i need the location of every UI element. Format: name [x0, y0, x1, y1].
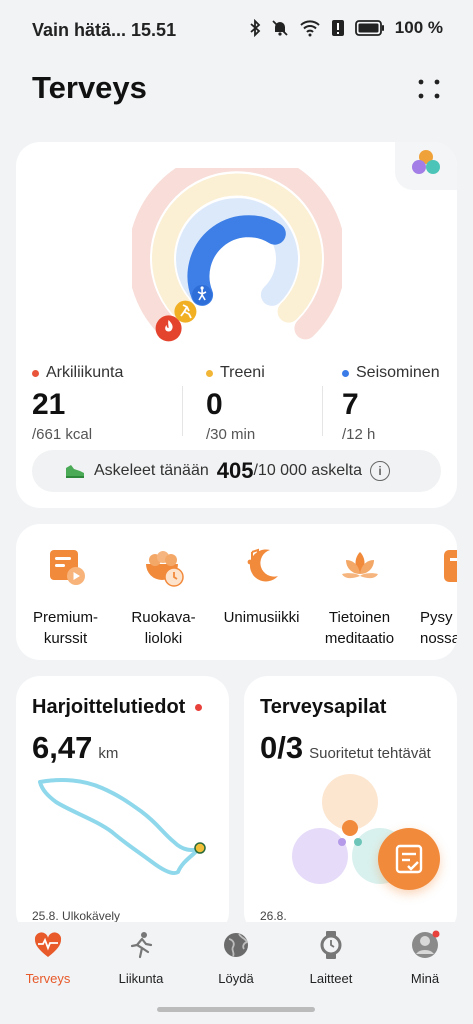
alert-icon — [331, 19, 345, 37]
service-premium-courses[interactable]: Premium-kurssit — [18, 544, 113, 649]
status-icons: 100 % — [249, 18, 443, 38]
tab-exercise[interactable]: Liikunta — [96, 930, 186, 986]
steps-goal: /10 000 askelta — [253, 462, 362, 479]
steps-value: 405 — [216, 458, 254, 483]
tab-label: Terveys — [25, 971, 71, 986]
clover-title: Terveysapilat — [260, 696, 387, 718]
food-log-icon — [145, 551, 184, 587]
page-title: Terveys — [32, 70, 147, 105]
battery-icon — [354, 20, 385, 36]
health-clover-card[interactable]: Terveysapilat 0/3 Suoritetut tehtävät 26.… — [244, 676, 457, 936]
meditation-lotus-icon — [341, 552, 378, 579]
tab-label: Laitteet — [309, 971, 353, 986]
distance-unit: km — [98, 745, 119, 762]
user-avatar-icon — [412, 930, 440, 958]
battery-level: 100 % — [394, 18, 443, 37]
service-label: nossa — [420, 630, 457, 647]
tab-me[interactable]: Minä — [380, 930, 470, 986]
home-indicator[interactable] — [157, 1007, 315, 1012]
service-label: Tietoinen — [328, 609, 391, 626]
metric-calories: Arkiliikunta 21 /661 kcal — [32, 364, 162, 443]
course-play-icon — [49, 550, 85, 585]
service-label: Ruokava- — [131, 609, 196, 626]
watch-icon — [320, 931, 342, 959]
training-card[interactable]: Harjoittelutiedot 6,47 km 25.8. Ulkokävel… — [16, 676, 229, 936]
training-title-text: Harjoittelutiedot — [32, 696, 186, 718]
metric-standing: Seisominen 7 /12 h — [342, 364, 472, 443]
route-map — [38, 778, 206, 875]
metric-label: Seisominen — [356, 364, 440, 381]
activity-rings-card[interactable]: Arkiliikunta 21 /661 kcal Treeni 0 /30 m… — [16, 142, 457, 508]
metric-training: Treeni 0 /30 min — [206, 364, 336, 443]
clover-footer: 26.8. — [260, 909, 287, 923]
service-sleep-music[interactable]: Unimusiikki — [214, 544, 309, 628]
metric-value: 7 — [342, 388, 359, 421]
tab-label: Liikunta — [118, 971, 164, 986]
partial-service-icon — [444, 550, 457, 582]
divider — [182, 386, 183, 436]
sleep-music-icon — [247, 548, 278, 582]
metric-goal: /12 h — [342, 426, 376, 443]
distance-value: 6,47 — [32, 730, 93, 765]
blue-dot-icon — [342, 369, 349, 377]
status-bar: Vain hätä... 15.51 100 % — [0, 0, 473, 60]
metric-value: 0 — [206, 388, 223, 421]
wifi-icon — [299, 19, 321, 37]
steps-bar[interactable]: Askeleet tänään 405 /10 000 askelta i — [32, 450, 441, 492]
bluetooth-icon — [249, 19, 261, 37]
heart-pulse-icon — [34, 932, 62, 957]
palette-icon — [412, 150, 440, 174]
mute-bell-icon — [271, 19, 289, 37]
tab-health[interactable]: Terveys — [3, 930, 93, 986]
metric-value: 21 — [32, 388, 66, 421]
notification-dot — [194, 704, 202, 712]
standing-ring-progress — [187, 215, 286, 306]
clover-progress: 0/3 Suoritetut tehtävät — [260, 730, 431, 766]
tab-devices[interactable]: Laitteet — [286, 930, 376, 986]
clover-subtitle: Suoritetut tehtävät — [309, 745, 431, 762]
shoe-icon — [66, 465, 84, 478]
bottom-tab-bar: Terveys Liikunta Löydä Laitteet Minä — [0, 922, 473, 994]
running-icon — [130, 932, 153, 959]
yellow-dot-icon — [206, 369, 213, 377]
ring-style-button[interactable] — [395, 142, 457, 190]
service-label: Premium- — [32, 609, 98, 626]
tab-discover[interactable]: Löydä — [191, 930, 281, 986]
service-meditation[interactable]: Tietoinen meditaatio — [312, 544, 407, 649]
services-card: Premium-kurssit Ruokava-lioloki Unimusii… — [16, 524, 457, 660]
clover-value: 0/3 — [260, 730, 304, 765]
tab-label: Minä — [410, 971, 440, 986]
tab-label: Löydä — [218, 971, 254, 986]
activity-metrics: Arkiliikunta 21 /661 kcal Treeni 0 /30 m… — [32, 364, 452, 444]
metric-goal: /661 kcal — [32, 426, 93, 443]
service-label: lioloki — [144, 630, 183, 647]
training-title: Harjoittelutiedot — [32, 696, 202, 719]
training-footer: 25.8. Ulkokävely — [32, 909, 121, 923]
training-distance: 6,47 km — [32, 730, 118, 766]
info-icon[interactable]: i — [370, 461, 390, 481]
checklist-icon — [395, 844, 423, 874]
metric-goal: /30 min — [206, 426, 256, 443]
metric-label: Arkiliikunta — [46, 364, 124, 381]
metric-label: Treeni — [220, 364, 265, 381]
tasks-fab-button[interactable] — [378, 828, 440, 890]
service-label: Pysy — [420, 609, 453, 626]
service-partial[interactable]: Pysy nossa — [408, 544, 457, 649]
service-label: Unimusiikki — [223, 609, 300, 626]
service-food-log[interactable]: Ruokava-lioloki — [116, 544, 211, 649]
more-options-button[interactable] — [416, 76, 442, 102]
divider — [322, 386, 323, 436]
service-label: meditaatio — [324, 630, 395, 647]
four-dots-icon — [418, 79, 440, 99]
app-header: Terveys — [32, 66, 442, 116]
red-dot-icon — [32, 369, 39, 377]
status-text: Vain hätä... 15.51 — [32, 20, 177, 40]
globe-icon — [224, 933, 249, 957]
service-label: kurssit — [43, 630, 88, 647]
activity-rings — [132, 168, 342, 342]
steps-label: Askeleet tänään — [94, 462, 209, 479]
